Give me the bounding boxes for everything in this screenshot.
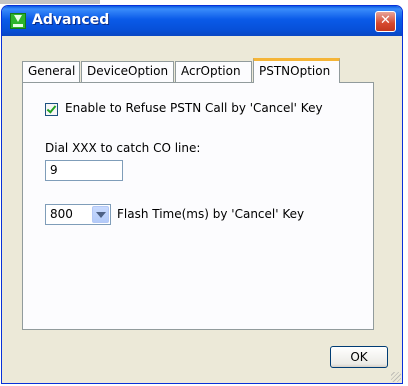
tab-deviceoption[interactable]: DeviceOption xyxy=(81,61,174,82)
refuse-pstn-label[interactable]: Enable to Refuse PSTN Call by 'Cancel' K… xyxy=(65,101,323,115)
refuse-pstn-checkbox[interactable] xyxy=(45,103,58,116)
title-bar[interactable]: Advanced ✕ xyxy=(2,6,402,36)
partial-background-text xyxy=(0,0,100,4)
ok-button[interactable]: OK xyxy=(330,346,388,368)
resize-grip[interactable] xyxy=(391,372,401,382)
chevron-down-icon[interactable] xyxy=(92,206,109,223)
tab-deviceoption-label: DeviceOption xyxy=(87,64,169,78)
close-icon: ✕ xyxy=(380,13,391,28)
tab-pstnoption[interactable]: PSTNOption xyxy=(253,58,340,83)
download-arrow-icon xyxy=(14,15,22,22)
dial-co-line-label: Dial XXX to catch CO line: xyxy=(45,141,201,155)
download-bar-icon xyxy=(13,24,23,27)
pstn-options-panel: Enable to Refuse PSTN Call by 'Cancel' K… xyxy=(22,82,374,330)
window-title: Advanced xyxy=(32,12,110,28)
tab-pstnoption-label: PSTNOption xyxy=(259,64,331,78)
tab-acroption[interactable]: AcrOption xyxy=(175,61,252,82)
tab-acroption-label: AcrOption xyxy=(181,64,241,78)
tab-general[interactable]: General xyxy=(22,61,80,82)
dial-co-line-input[interactable]: 9 xyxy=(45,160,123,181)
flash-time-value: 800 xyxy=(50,207,73,221)
app-download-icon xyxy=(10,13,26,29)
close-button[interactable]: ✕ xyxy=(375,11,396,32)
advanced-dialog: Advanced ✕ General DeviceOption AcrOptio… xyxy=(1,5,403,384)
tab-general-label: General xyxy=(28,64,76,78)
flash-time-label: Flash Time(ms) by 'Cancel' Key xyxy=(117,207,305,221)
flash-time-select[interactable]: 800 xyxy=(45,204,111,225)
